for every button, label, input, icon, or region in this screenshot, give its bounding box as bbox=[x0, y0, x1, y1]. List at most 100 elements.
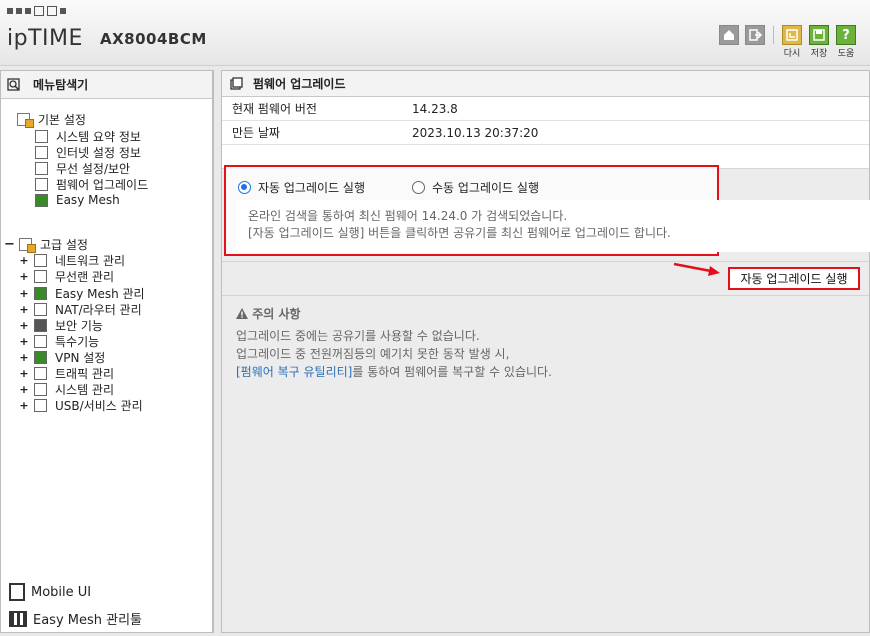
wifi-icon bbox=[34, 269, 47, 283]
mobile-ui-label: Mobile UI bbox=[31, 584, 92, 600]
window-icon bbox=[230, 77, 243, 90]
divider bbox=[222, 261, 869, 262]
collapse-icon[interactable]: − bbox=[4, 237, 15, 252]
help-icon[interactable]: ? bbox=[836, 25, 856, 45]
menu-explorer: 메뉴탐색기 기본 설정 시스템 요약 정보 인터넷 설정 정보 무선 설정/보안… bbox=[0, 70, 214, 633]
tree-item-wlan[interactable]: + 무선랜 관리 bbox=[19, 268, 114, 284]
firmware-info-table: 현재 펌웨어 버전 14.23.8 만든 날짜 2023.10.13 20:37… bbox=[222, 97, 869, 169]
info-row-date: 만든 날짜 2023.10.13 20:37:20 bbox=[222, 121, 869, 145]
notice-line: 업그레이드 중에는 공유기를 사용할 수 없습니다. bbox=[236, 329, 480, 343]
firmware-recovery-link[interactable]: [펌웨어 복구 유틸리티] bbox=[236, 365, 352, 379]
tree-item-security[interactable]: + 보안 기능 bbox=[19, 317, 103, 333]
page-title: 펌웨어 업그레이드 bbox=[253, 77, 346, 91]
tree-item-vpn[interactable]: + VPN 설정 bbox=[19, 349, 105, 365]
save-icon[interactable] bbox=[809, 25, 829, 45]
tree-basic-settings[interactable]: 기본 설정 bbox=[17, 111, 86, 128]
mesh-icon bbox=[34, 286, 47, 300]
tree-item-nat[interactable]: + NAT/라우터 관리 bbox=[19, 301, 142, 317]
folder-icon bbox=[19, 237, 36, 253]
tree-advanced-settings[interactable]: − 고급 설정 bbox=[4, 236, 88, 253]
traffic-icon bbox=[34, 366, 47, 380]
radio-unchecked-icon[interactable] bbox=[412, 181, 425, 194]
vpn-icon bbox=[34, 350, 47, 364]
expand-icon[interactable]: + bbox=[19, 303, 29, 316]
expand-icon[interactable]: + bbox=[19, 270, 29, 283]
expand-icon[interactable]: + bbox=[19, 254, 29, 267]
expand-icon[interactable]: + bbox=[19, 319, 29, 332]
menu-explorer-header: 메뉴탐색기 bbox=[1, 71, 212, 99]
undo-label: 다시 bbox=[783, 49, 801, 59]
tree-item-label: 펌웨어 업그레이드 bbox=[56, 177, 149, 192]
notice-line: 업그레이드 중 전원꺼짐등의 예기치 못한 동작 발생 시, bbox=[236, 347, 510, 361]
divider bbox=[222, 295, 869, 296]
menu-explorer-title: 메뉴탐색기 bbox=[33, 78, 89, 92]
tree-item-network[interactable]: + 네트워크 관리 bbox=[19, 252, 125, 268]
tree-item-label: 트래픽 관리 bbox=[55, 366, 115, 381]
tree-item-label: Easy Mesh 관리 bbox=[55, 286, 145, 301]
expand-icon[interactable]: + bbox=[19, 367, 29, 380]
tree-advanced-label: 고급 설정 bbox=[40, 237, 88, 252]
firmware-icon bbox=[35, 177, 48, 191]
brand-logo: ipTIME bbox=[7, 26, 83, 51]
radio-auto-label: 자동 업그레이드 실행 bbox=[258, 181, 365, 195]
info-key: 현재 펌웨어 버전 bbox=[232, 102, 317, 116]
bar-chart-icon bbox=[35, 129, 48, 143]
search-menu-icon bbox=[7, 77, 20, 91]
radio-checked-icon[interactable] bbox=[238, 181, 251, 194]
notice-header: 주의 사항 bbox=[236, 305, 552, 323]
tree-item-label: VPN 설정 bbox=[55, 350, 106, 365]
tree-item-traffic[interactable]: + 트래픽 관리 bbox=[19, 365, 114, 381]
help-label: 도움 bbox=[837, 49, 855, 59]
message-line: [자동 업그레이드 실행] 버튼을 클릭하면 공유기를 최신 펌웨어로 업그레이… bbox=[248, 226, 671, 240]
arrow-icon bbox=[673, 262, 720, 276]
tree-item-label: 무선 설정/보안 bbox=[56, 161, 131, 176]
tree-item-label: 네트워크 관리 bbox=[55, 253, 126, 268]
expand-icon[interactable]: + bbox=[19, 383, 29, 396]
tree-item-internet-info[interactable]: 인터넷 설정 정보 bbox=[35, 144, 141, 160]
tree-item-label: Easy Mesh bbox=[56, 193, 120, 207]
tree-item-usb[interactable]: + USB/서비스 관리 bbox=[19, 397, 143, 413]
tree-item-special[interactable]: + 특수기능 bbox=[19, 333, 99, 349]
logout-icon[interactable] bbox=[745, 25, 765, 45]
tree-item-wireless[interactable]: 무선 설정/보안 bbox=[35, 160, 130, 176]
easymesh-tool-link[interactable]: Easy Mesh 관리툴 bbox=[9, 609, 142, 628]
message-line: 온라인 검색을 통하여 최신 펌웨어 14.24.0 가 검색되었습니다. bbox=[248, 209, 568, 223]
warning-icon bbox=[236, 308, 248, 319]
info-key: 만든 날짜 bbox=[232, 126, 280, 140]
radio-manual-upgrade[interactable]: 수동 업그레이드 실행 bbox=[412, 179, 539, 196]
undo-icon[interactable] bbox=[782, 25, 802, 45]
tree-item-system-summary[interactable]: 시스템 요약 정보 bbox=[35, 128, 141, 144]
home-icon[interactable] bbox=[719, 25, 739, 45]
expand-icon[interactable]: + bbox=[19, 399, 29, 412]
wifi-icon bbox=[35, 161, 48, 175]
router-icon bbox=[34, 302, 47, 316]
info-value: 2023.10.13 20:37:20 bbox=[412, 125, 539, 140]
content-header: 펌웨어 업그레이드 bbox=[222, 71, 869, 97]
radio-auto-upgrade[interactable]: 자동 업그레이드 실행 bbox=[238, 179, 365, 196]
expand-icon[interactable]: + bbox=[19, 351, 29, 364]
mobile-ui-link[interactable]: Mobile UI bbox=[9, 583, 91, 601]
upgrade-options-box: 자동 업그레이드 실행 수동 업그레이드 실행 온라인 검색을 통하여 최신 펌… bbox=[224, 165, 870, 256]
mesh-icon bbox=[35, 193, 48, 207]
expand-icon[interactable]: + bbox=[19, 335, 29, 348]
easymesh-tool-label: Easy Mesh 관리툴 bbox=[33, 613, 143, 628]
tree-item-label: 시스템 관리 bbox=[55, 382, 115, 397]
notice-section: 주의 사항 업그레이드 중에는 공유기를 사용할 수 없습니다. 업그레이드 중… bbox=[236, 305, 552, 381]
system-icon bbox=[34, 382, 47, 396]
tree-item-easymesh[interactable]: Easy Mesh bbox=[35, 192, 120, 208]
tree-item-system[interactable]: + 시스템 관리 bbox=[19, 381, 114, 397]
content-panel: 펌웨어 업그레이드 현재 펌웨어 버전 14.23.8 만든 날짜 2023.1… bbox=[221, 70, 870, 633]
run-auto-upgrade-button[interactable]: 자동 업그레이드 실행 bbox=[728, 267, 860, 290]
tree-item-label: 무선랜 관리 bbox=[55, 269, 115, 284]
monitor-icon bbox=[35, 145, 48, 159]
radio-manual-label: 수동 업그레이드 실행 bbox=[432, 181, 539, 195]
tree-item-easymesh-mgmt[interactable]: + Easy Mesh 관리 bbox=[19, 285, 145, 301]
model-name: AX8004BCM bbox=[100, 30, 207, 48]
upgrade-message: 온라인 검색을 통하여 최신 펌웨어 14.24.0 가 검색되었습니다. [자… bbox=[236, 200, 870, 252]
info-row-version: 현재 펌웨어 버전 14.23.8 bbox=[222, 97, 869, 121]
folder-icon bbox=[17, 112, 34, 128]
expand-icon[interactable]: + bbox=[19, 287, 29, 300]
tree-item-firmware[interactable]: 펌웨어 업그레이드 bbox=[35, 176, 148, 192]
tree-item-label: 인터넷 설정 정보 bbox=[56, 145, 141, 160]
tree-item-label: 보안 기능 bbox=[55, 318, 103, 333]
